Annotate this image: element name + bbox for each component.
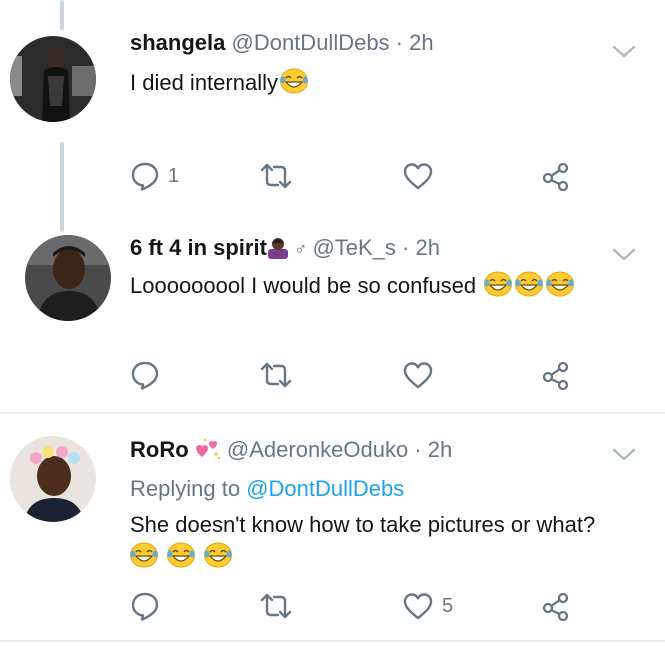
heart-icon: [402, 591, 434, 621]
chevron-down-icon[interactable]: [611, 44, 637, 60]
retweet-button[interactable]: [258, 588, 294, 624]
reply-icon: [130, 161, 160, 191]
woman-shrugging-emoji: [267, 238, 288, 259]
separator-dot: ·: [408, 437, 428, 462]
sparkling-hearts-emoji: [195, 438, 220, 460]
retweet-button[interactable]: [258, 158, 294, 194]
chevron-down-icon[interactable]: [611, 247, 637, 263]
tweet-emoji-line: [128, 542, 233, 572]
joy-emoji: [279, 68, 309, 94]
display-name[interactable]: 6 ft 4 in spirit: [130, 235, 267, 260]
reply-count: 1: [168, 164, 180, 187]
retweet-icon: [258, 591, 294, 621]
avatar[interactable]: [25, 235, 111, 321]
joy-emoji: [129, 542, 159, 568]
tweet-text: Looooooool I would be so confused: [130, 271, 575, 301]
tweet-text-body: Looooooool I would be so confused: [130, 273, 477, 298]
tweet-text-body: She doesn't know how to take pictures or…: [130, 512, 596, 537]
user-handle[interactable]: @AderonkeOduko: [227, 437, 408, 462]
share-button[interactable]: [540, 588, 572, 624]
tweet-1[interactable]: shangela @DontDullDebs · 2h I died inter…: [0, 0, 665, 205]
tweet-text: I died internally: [130, 68, 309, 98]
joy-emoji: [203, 542, 233, 568]
like-button[interactable]: [402, 158, 434, 194]
tweet-header: RoRo @AderonkeOduko · 2h: [130, 436, 452, 464]
user-handle[interactable]: @TeK_s: [312, 235, 395, 260]
male-sign: ♂: [288, 239, 313, 259]
like-button[interactable]: [402, 357, 434, 393]
timestamp[interactable]: 2h: [415, 235, 439, 260]
tweet-text: She doesn't know how to take pictures or…: [130, 510, 595, 540]
retweet-icon: [258, 360, 294, 390]
heart-icon: [402, 360, 434, 390]
display-name[interactable]: shangela: [130, 30, 225, 55]
reply-icon: [130, 360, 160, 390]
separator-dot: ·: [389, 30, 410, 55]
tweet-2[interactable]: 6 ft 4 in spirit ♂ @TeK_s · 2h Loooooooo…: [0, 205, 665, 413]
joy-emoji: [166, 542, 196, 568]
reply-icon: [130, 591, 160, 621]
heart-icon: [402, 161, 434, 191]
reply-button[interactable]: [130, 588, 160, 624]
share-icon: [540, 161, 572, 191]
tweet-header: shangela @DontDullDebs · 2h: [130, 29, 434, 57]
tweet-actions: [130, 357, 610, 393]
share-icon: [540, 360, 572, 390]
share-button[interactable]: [540, 158, 572, 194]
tweet-actions: 1: [130, 158, 610, 194]
joy-emoji: [545, 271, 575, 297]
reply-button[interactable]: [130, 357, 160, 393]
like-button[interactable]: 5: [402, 588, 453, 624]
user-handle[interactable]: @DontDullDebs: [232, 30, 390, 55]
tweet-actions: 5: [130, 588, 610, 624]
share-icon: [540, 591, 572, 621]
timestamp[interactable]: 2h: [428, 437, 452, 462]
joy-emoji: [514, 271, 544, 297]
separator-dot: ·: [395, 235, 416, 260]
replying-to-link[interactable]: @DontDullDebs: [246, 476, 404, 501]
reply-button[interactable]: 1: [130, 158, 179, 194]
timestamp[interactable]: 2h: [409, 30, 433, 55]
display-name[interactable]: RoRo: [130, 437, 189, 462]
replying-to-label: Replying to: [130, 476, 241, 501]
chevron-down-icon[interactable]: [611, 447, 637, 463]
replying-to: Replying to @DontDullDebs: [130, 474, 404, 504]
share-button[interactable]: [540, 357, 572, 393]
tweet-text-body: I died internally: [130, 70, 278, 95]
avatar[interactable]: [10, 36, 96, 122]
like-count: 5: [442, 594, 454, 617]
avatar[interactable]: [10, 436, 96, 522]
tweet-3[interactable]: RoRo @AderonkeOduko · 2h Replying to @Do…: [0, 414, 665, 646]
tweet-header: 6 ft 4 in spirit ♂ @TeK_s · 2h: [130, 234, 440, 263]
tweet-divider: [0, 640, 665, 642]
joy-emoji: [483, 271, 513, 297]
retweet-button[interactable]: [258, 357, 294, 393]
retweet-icon: [258, 161, 294, 191]
